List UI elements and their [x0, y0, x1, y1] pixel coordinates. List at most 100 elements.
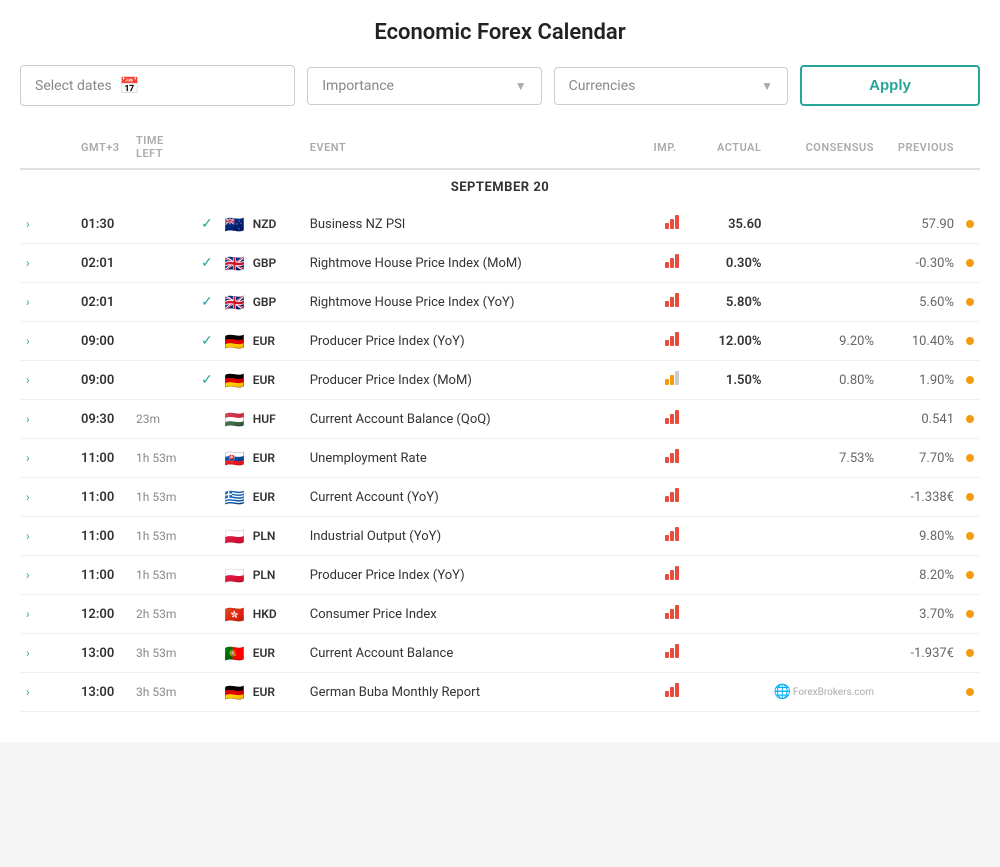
header-check [195, 126, 219, 169]
time-left: 23m [130, 400, 195, 439]
chevron-right-icon[interactable]: › [26, 568, 34, 582]
check-icon: ✓ [201, 255, 213, 271]
consensus-value [767, 205, 880, 244]
expand-arrow[interactable]: › [20, 634, 75, 673]
importance-cell [647, 439, 697, 478]
importance-dot [966, 610, 974, 618]
flag-currency-cell: 🇩🇪 EUR [219, 673, 304, 712]
event-time: 02:01 [75, 283, 130, 322]
importance-dropdown[interactable]: Importance ▼ [307, 67, 541, 105]
table-row[interactable]: › 11:00 1h 53m 🇵🇱 PLN Producer Price Ind… [20, 556, 980, 595]
expand-arrow[interactable]: › [20, 283, 75, 322]
table-row[interactable]: › 02:01 ✓ 🇬🇧 GBP Rightmove House Price I… [20, 283, 980, 322]
country-flag: 🇵🇹 [225, 646, 247, 661]
header-gmt: GMT+3 [75, 126, 130, 169]
chevron-right-icon[interactable]: › [26, 685, 34, 699]
date-picker[interactable]: Select dates 📅 [20, 65, 295, 106]
previous-value: 8.20% [880, 556, 960, 595]
expand-arrow[interactable]: › [20, 205, 75, 244]
table-row[interactable]: › 13:00 3h 53m 🇩🇪 EUR German Buba Monthl… [20, 673, 980, 712]
expand-arrow[interactable]: › [20, 439, 75, 478]
header-dot [960, 126, 980, 169]
previous-value: 9.80% [880, 517, 960, 556]
apply-button[interactable]: Apply [800, 65, 980, 106]
importance-dot [966, 337, 974, 345]
importance-dot [966, 532, 974, 540]
consensus-value [767, 595, 880, 634]
event-time: 02:01 [75, 244, 130, 283]
expand-arrow[interactable]: › [20, 322, 75, 361]
importance-dot [966, 376, 974, 384]
chevron-right-icon[interactable]: › [26, 412, 34, 426]
header-previous: PREVIOUS [880, 126, 960, 169]
expand-arrow[interactable]: › [20, 673, 75, 712]
table-row[interactable]: › 11:00 1h 53m 🇵🇱 PLN Industrial Output … [20, 517, 980, 556]
chevron-right-icon[interactable]: › [26, 295, 34, 309]
header-expand [20, 126, 75, 169]
event-name: Rightmove House Price Index (MoM) [304, 244, 648, 283]
importance-cell [647, 673, 697, 712]
importance-cell [647, 322, 697, 361]
chevron-right-icon[interactable]: › [26, 334, 34, 348]
table-row[interactable]: › 01:30 ✓ 🇳🇿 NZD Business NZ PSI 35.60 5… [20, 205, 980, 244]
chevron-right-icon[interactable]: › [26, 529, 34, 543]
importance-dot [966, 259, 974, 267]
time-left [130, 322, 195, 361]
expand-arrow[interactable]: › [20, 400, 75, 439]
expand-arrow[interactable]: › [20, 361, 75, 400]
table-row[interactable]: › 09:00 ✓ 🇩🇪 EUR Producer Price Index (M… [20, 361, 980, 400]
time-left: 2h 53m [130, 595, 195, 634]
consensus-value [767, 400, 880, 439]
dot-cell [960, 283, 980, 322]
currencies-dropdown[interactable]: Currencies ▼ [554, 67, 788, 105]
date-picker-label: Select dates [35, 78, 112, 94]
chevron-right-icon[interactable]: › [26, 373, 34, 387]
table-row[interactable]: › 02:01 ✓ 🇬🇧 GBP Rightmove House Price I… [20, 244, 980, 283]
chevron-right-icon[interactable]: › [26, 451, 34, 465]
event-time: 12:00 [75, 595, 130, 634]
consensus-value [767, 283, 880, 322]
expand-arrow[interactable]: › [20, 478, 75, 517]
time-left: 3h 53m [130, 634, 195, 673]
event-name: Unemployment Rate [304, 439, 648, 478]
consensus-value: 0.80% [767, 361, 880, 400]
table-row[interactable]: › 09:00 ✓ 🇩🇪 EUR Producer Price Index (Y… [20, 322, 980, 361]
table-row[interactable]: › 13:00 3h 53m 🇵🇹 EUR Current Account Ba… [20, 634, 980, 673]
importance-dot [966, 220, 974, 228]
event-name: Business NZ PSI [304, 205, 648, 244]
check-cell [195, 400, 219, 439]
table-row[interactable]: › 12:00 2h 53m 🇭🇰 HKD Consumer Price Ind… [20, 595, 980, 634]
time-left: 1h 53m [130, 478, 195, 517]
check-cell: ✓ [195, 283, 219, 322]
chevron-right-icon[interactable]: › [26, 607, 34, 621]
country-flag: 🇵🇱 [225, 568, 247, 583]
event-time: 09:00 [75, 322, 130, 361]
chevron-right-icon[interactable]: › [26, 217, 34, 231]
previous-value: 10.40% [880, 322, 960, 361]
flag-currency-cell: 🇭🇺 HUF [219, 400, 304, 439]
expand-arrow[interactable]: › [20, 517, 75, 556]
chevron-right-icon[interactable]: › [26, 646, 34, 660]
time-left [130, 361, 195, 400]
header-event: EVENT [304, 126, 648, 169]
actual-value: 1.50% [697, 361, 767, 400]
chevron-right-icon[interactable]: › [26, 256, 34, 270]
currency-code: GBP [253, 256, 277, 270]
calendar-icon: 📅 [120, 76, 140, 95]
previous-value: 7.70% [880, 439, 960, 478]
consensus-value [767, 517, 880, 556]
expand-arrow[interactable]: › [20, 244, 75, 283]
table-row[interactable]: › 11:00 1h 53m 🇸🇰 EUR Unemployment Rate … [20, 439, 980, 478]
table-row[interactable]: › 11:00 1h 53m 🇬🇷 EUR Current Account (Y… [20, 478, 980, 517]
actual-value [697, 556, 767, 595]
event-name: Producer Price Index (MoM) [304, 361, 648, 400]
expand-arrow[interactable]: › [20, 595, 75, 634]
importance-dot [966, 688, 974, 696]
currency-code: EUR [253, 373, 275, 387]
table-row[interactable]: › 09:30 23m 🇭🇺 HUF Current Account Balan… [20, 400, 980, 439]
expand-arrow[interactable]: › [20, 556, 75, 595]
importance-dot [966, 415, 974, 423]
chevron-right-icon[interactable]: › [26, 490, 34, 504]
chevron-down-icon: ▼ [761, 79, 773, 93]
importance-cell [647, 205, 697, 244]
